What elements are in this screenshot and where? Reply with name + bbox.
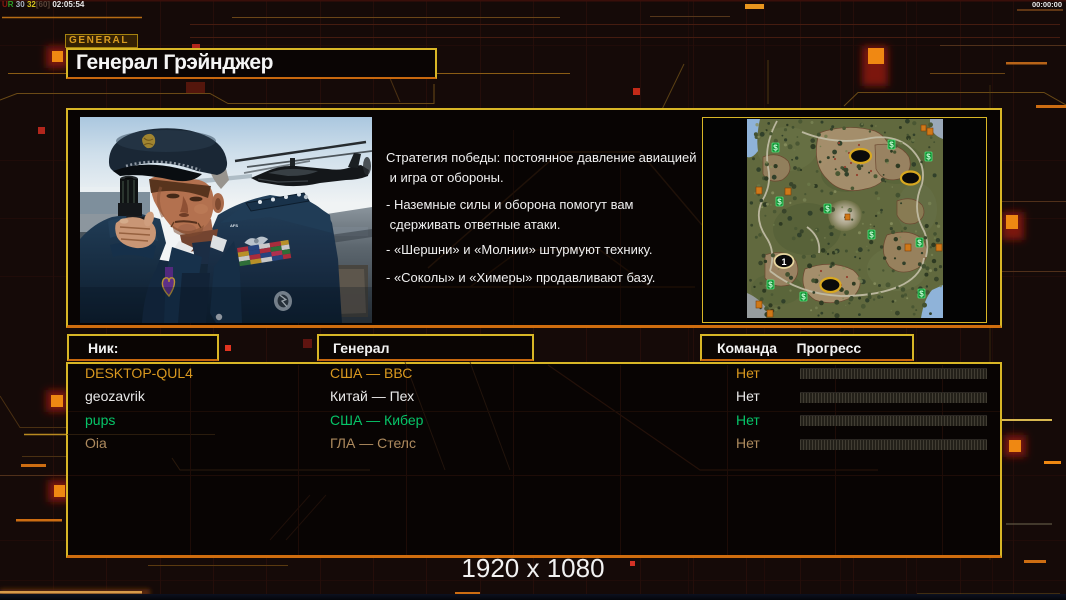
svg-text:$: $ [926,153,931,162]
svg-text:$: $ [889,141,894,150]
svg-text:1: 1 [781,257,786,267]
svg-text:$: $ [917,239,922,248]
svg-text:$: $ [869,231,874,240]
svg-text:$: $ [773,144,778,153]
svg-text:$: $ [768,281,773,290]
svg-text:$: $ [825,205,830,214]
svg-text:$: $ [919,290,924,299]
svg-text:$: $ [801,293,806,302]
svg-text:$: $ [777,198,782,207]
svg-text:AFS: AFS [230,223,238,228]
